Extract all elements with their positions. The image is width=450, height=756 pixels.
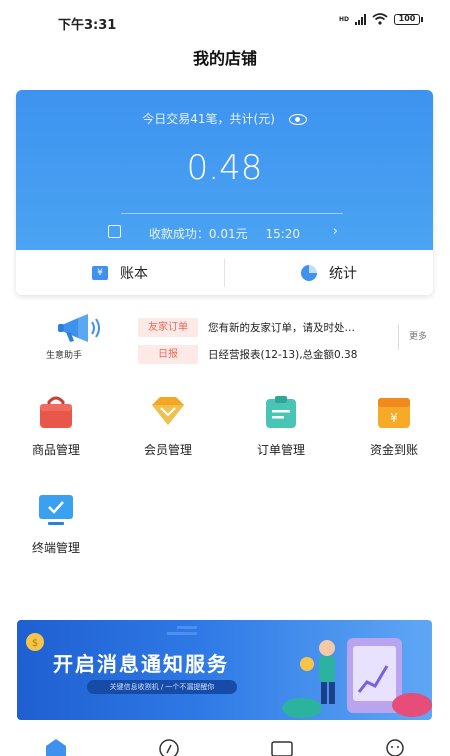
status-bar: 下午3:31 HD 100 [0, 0, 450, 40]
funds-arrival-button[interactable]: ¥ 资金到账 [338, 395, 450, 458]
summary-card: 今日交易41笔，共计(元) 0.48 收款成功：0.01元 15:20 › ¥ … [16, 90, 433, 295]
receipt-time: 15:20 [265, 227, 301, 241]
news-row[interactable]: 友家订单 您有新的友家订单，请及时处… [138, 316, 393, 339]
menu-label: 商品管理 [31, 443, 80, 457]
ledger-icon: ¥ [92, 265, 108, 280]
news-text: 日经营报表(12-13),总金额0.38 [208, 349, 358, 361]
profile-tab-icon[interactable] [384, 738, 406, 756]
svg-text:$: $ [32, 638, 38, 649]
menu-label: 订单管理 [256, 443, 305, 457]
terminal-management-button[interactable]: 终端管理 [0, 493, 112, 556]
shopping-bag-icon [40, 396, 72, 428]
chevron-right-icon: › [332, 224, 338, 239]
menu-label: 终端管理 [31, 541, 80, 555]
banner-title: 开启消息通知服务 [53, 652, 229, 676]
wallet-icon: ¥ [378, 398, 410, 428]
monitor-icon [39, 495, 73, 525]
today-summary: 今日交易41笔，共计(元) [16, 110, 433, 127]
news-row[interactable]: 日报 日经营报表(12-13),总金额0.38 [138, 343, 393, 366]
bottom-navigation [0, 730, 450, 756]
member-management-button[interactable]: 会员管理 [112, 395, 224, 458]
order-management-button[interactable]: 订单管理 [225, 395, 337, 458]
diamond-icon [152, 397, 184, 425]
total-amount: 0.48 [186, 148, 263, 188]
hd-signal-label: HD [338, 15, 349, 23]
signal-icon [355, 13, 366, 25]
compass-tab-icon[interactable] [158, 738, 180, 756]
ledger-button[interactable]: ¥ 账本 [16, 250, 224, 295]
divider [121, 213, 343, 214]
wifi-icon [372, 13, 388, 25]
battery-icon: 100 [394, 13, 423, 25]
today-label: 今日交易41笔，共计(元) [142, 112, 275, 126]
summary-panel: 今日交易41笔，共计(元) 0.48 收款成功：0.01元 15:20 › [16, 90, 433, 250]
home-tab-icon[interactable] [45, 738, 67, 756]
status-time: 下午3:31 [58, 18, 117, 33]
statistics-button[interactable]: 统计 [225, 250, 433, 295]
business-assistant: 生意助手 友家订单 您有新的友家订单，请及时处… 日报 日经营报表(12-13)… [16, 310, 433, 365]
more-link[interactable]: 更多 [397, 324, 427, 350]
assistant-label: 生意助手 [46, 351, 83, 361]
menu-label: 会员管理 [143, 443, 192, 457]
pie-chart-icon [301, 264, 317, 281]
receipt-label: 收款成功：0.01元 [148, 227, 248, 241]
product-management-button[interactable]: 商品管理 [0, 395, 112, 458]
news-tag: 日报 [138, 345, 198, 364]
ledger-label: 账本 [120, 265, 148, 282]
statistics-label: 统计 [329, 265, 357, 282]
svg-text:¥: ¥ [390, 411, 398, 425]
order-clipboard-icon [266, 396, 296, 428]
page-title: 我的店铺 [192, 49, 257, 68]
eye-icon[interactable] [288, 114, 307, 125]
news-tag: 友家订单 [138, 318, 198, 337]
message-tab-icon[interactable] [271, 738, 293, 756]
notification-banner[interactable]: $ 开启消息通知服务 关键信息收割机 / 一个不漏提醒你 [17, 620, 432, 720]
news-text: 您有新的友家订单，请及时处… [208, 322, 355, 334]
receipt-check-icon [108, 225, 121, 238]
news-list: 友家订单 您有新的友家订单，请及时处… 日报 日经营报表(12-13),总金额0… [138, 316, 393, 370]
receipt-row[interactable]: 收款成功：0.01元 15:20 › [16, 224, 433, 242]
menu-label: 资金到账 [369, 443, 418, 457]
megaphone-icon[interactable] [56, 312, 104, 346]
banner-subtitle: 关键信息收割机 / 一个不漏提醒你 [87, 680, 237, 694]
